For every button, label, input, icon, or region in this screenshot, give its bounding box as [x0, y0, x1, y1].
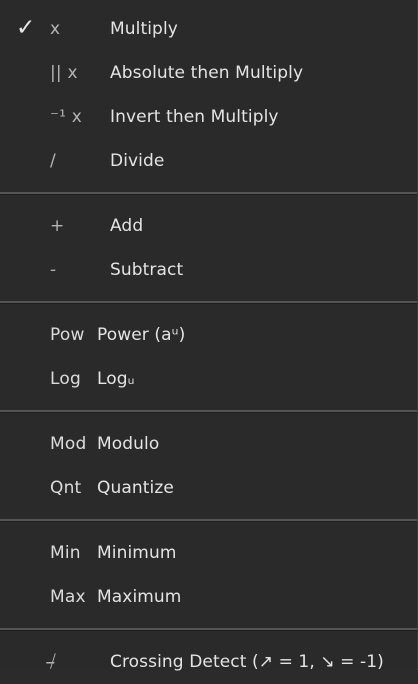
operator-symbol: Mod	[50, 434, 87, 454]
menu-item-quantize[interactable]: Qnt Quantize	[0, 466, 417, 510]
menu-separator	[0, 519, 417, 522]
menu-item-label: Absolute then Multiply	[110, 63, 304, 83]
menu-item-modulo[interactable]: Mod Modulo	[0, 422, 417, 466]
menu-item-invert-then-multiply[interactable]: ⁻¹ x Invert then Multiply	[0, 95, 417, 139]
menu-item-label: Maximum	[97, 587, 182, 607]
operator-symbol: x	[50, 19, 61, 39]
operator-symbol: Log	[50, 369, 81, 389]
menu-item-label: Minimum	[97, 543, 177, 563]
operator-symbol: || x	[50, 63, 78, 83]
crossing-icon: ⧸̶	[50, 652, 56, 672]
menu-item-label: Add	[110, 216, 144, 236]
menu-item-label: Logᵤ	[97, 369, 135, 389]
operator-symbol: Max	[50, 587, 86, 607]
menu-item-label: Divide	[110, 151, 165, 171]
operator-symbol: Qnt	[50, 478, 82, 498]
menu-item-label: Invert then Multiply	[110, 107, 279, 127]
menu-item-maximum[interactable]: Max Maximum	[0, 575, 417, 619]
operator-symbol: Min	[50, 543, 81, 563]
operator-symbol: Pow	[50, 325, 85, 345]
menu-item-multiply[interactable]: ✓ x Multiply	[0, 7, 417, 51]
menu-item-power[interactable]: Pow Power (aᵘ)	[0, 313, 417, 357]
menu-item-absolute-then-multiply[interactable]: || x Absolute then Multiply	[0, 51, 417, 95]
menu-item-label: Crossing Detect (↗ = 1, ↘ = -1)	[110, 652, 384, 672]
operator-symbol: /	[50, 151, 56, 171]
menu-item-divide[interactable]: / Divide	[0, 139, 417, 183]
menu-item-label: Power (aᵘ)	[97, 325, 186, 345]
menu-item-label: Multiply	[110, 19, 178, 39]
menu-item-crossing-detect[interactable]: ⧸̶ Crossing Detect (↗ = 1, ↘ = -1)	[0, 640, 417, 684]
menu-item-add[interactable]: + Add	[0, 204, 417, 248]
menu-separator	[0, 628, 417, 631]
menu-item-minimum[interactable]: Min Minimum	[0, 531, 417, 575]
menu-separator	[0, 301, 417, 304]
menu-separator	[0, 192, 417, 195]
checkmark-icon: ✓	[16, 15, 36, 42]
menu-item-subtract[interactable]: - Subtract	[0, 248, 417, 292]
menu-item-log[interactable]: Log Logᵤ	[0, 357, 417, 401]
menu-item-label: Subtract	[110, 260, 184, 280]
menu-item-label: Modulo	[97, 434, 160, 454]
operator-symbol: -	[50, 260, 57, 280]
menu-separator	[0, 410, 417, 413]
operation-menu: ✓ x Multiply || x Absolute then Multiply…	[0, 0, 418, 672]
operator-symbol: ⁻¹ x	[50, 107, 83, 127]
operator-symbol: +	[50, 216, 65, 236]
menu-item-label: Quantize	[97, 478, 174, 498]
